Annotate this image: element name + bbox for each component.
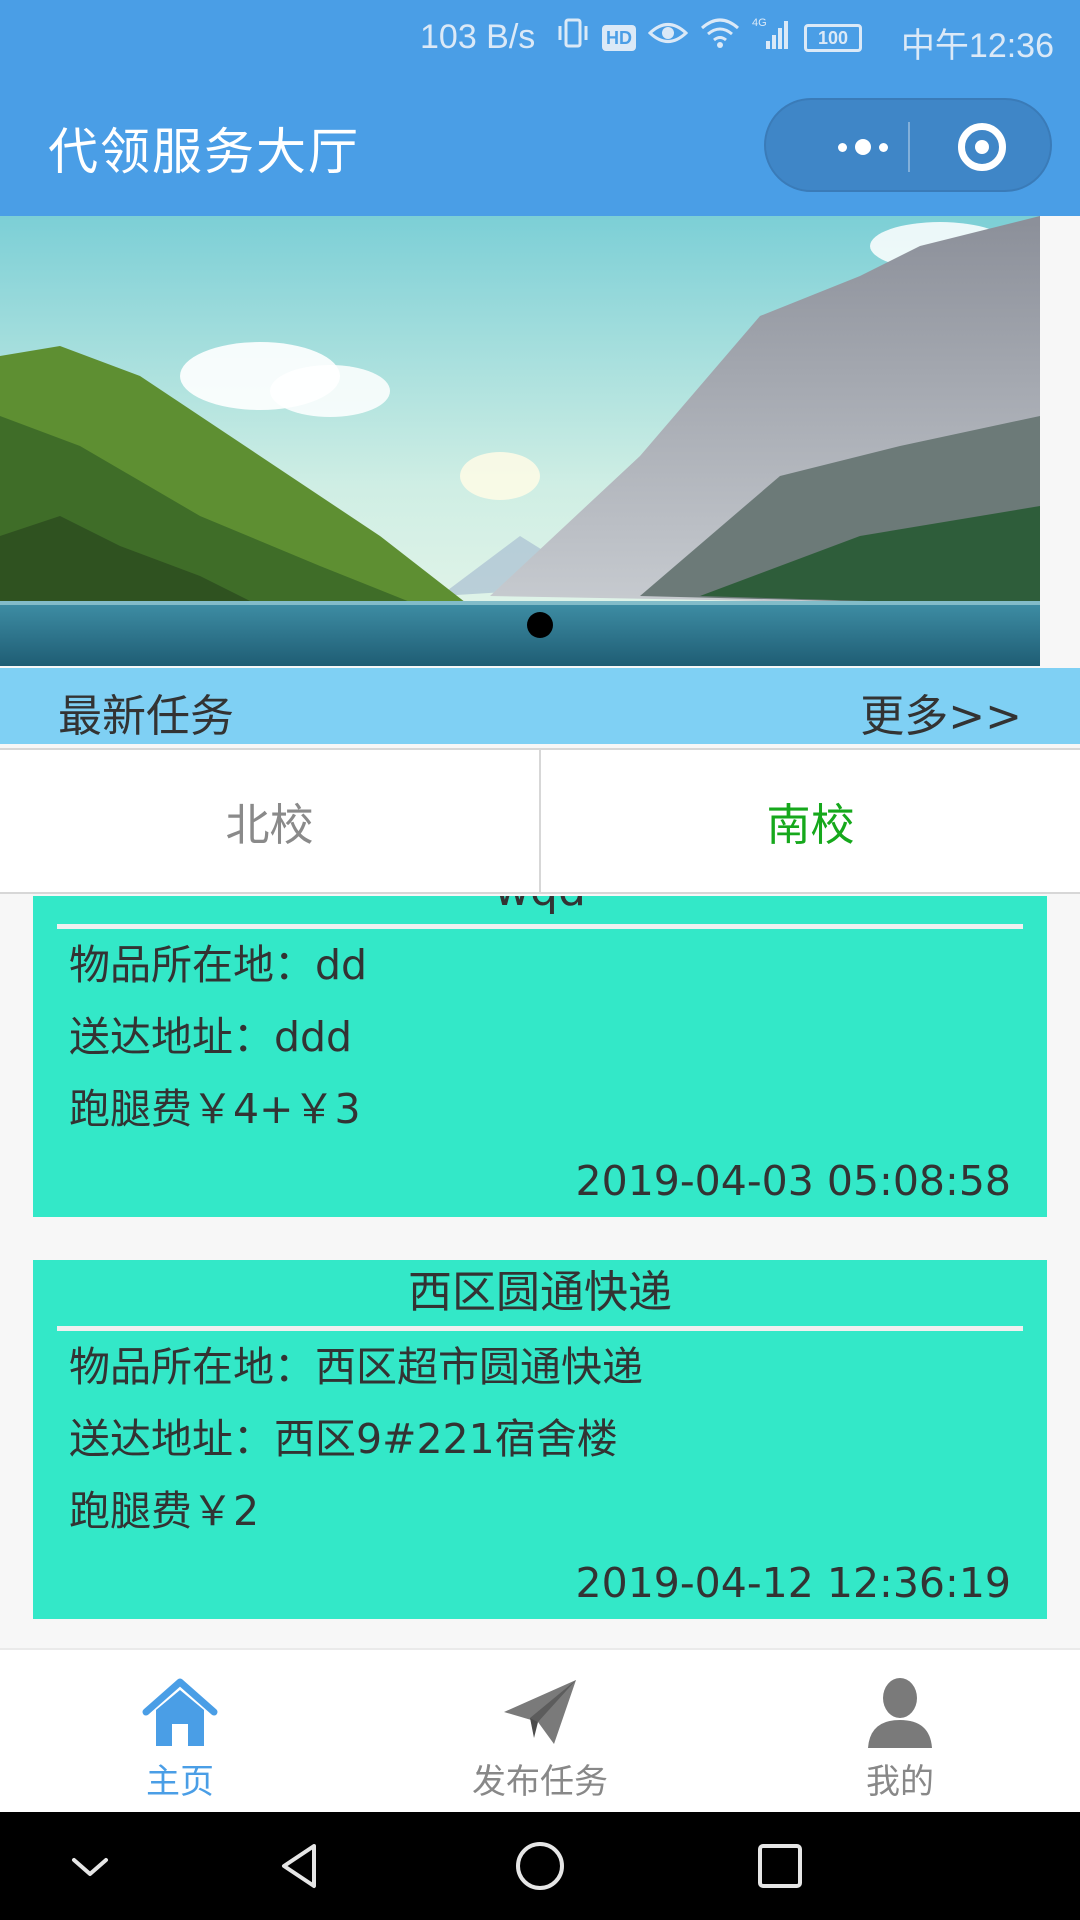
miniprogram-capsule — [764, 98, 1052, 192]
task-fee: 跑腿费￥4+￥3 — [69, 1085, 361, 1133]
chevron-down-icon[interactable] — [60, 1836, 120, 1896]
home-circle-icon[interactable] — [510, 1836, 570, 1896]
task-timestamp: 2019-04-12 12:36:19 — [575, 1559, 1011, 1607]
task-card[interactable]: 西区圆通快递 物品所在地：西区超市圆通快递 送达地址：西区9#221宿舍楼 跑腿… — [33, 1260, 1047, 1619]
status-icons: HD 4G 100 — [556, 16, 862, 61]
task-delivery-address: 送达地址：西区9#221宿舍楼 — [69, 1415, 618, 1463]
network-type-label: 4G — [752, 17, 767, 29]
back-icon[interactable] — [270, 1836, 330, 1896]
tab-publish-label: 发布任务 — [472, 1762, 608, 1802]
task-pickup-location: 物品所在地：dd — [69, 941, 368, 989]
task-card[interactable]: wqd 物品所在地：dd 送达地址：ddd 跑腿费￥4+￥3 2019-04-0… — [33, 896, 1047, 1217]
tab-publish-task[interactable]: 发布任务 — [360, 1650, 720, 1812]
capsule-divider — [908, 122, 910, 172]
user-icon — [868, 1678, 932, 1748]
vibrate-icon — [556, 16, 590, 61]
wifi-icon — [700, 16, 740, 61]
home-icon — [142, 1678, 218, 1746]
mountain-lake-image — [0, 216, 1040, 666]
page-title: 代领服务大厅 — [48, 123, 360, 181]
task-title: wqd — [33, 896, 1047, 924]
more-options-button[interactable] — [808, 100, 918, 194]
more-dot-icon — [855, 139, 871, 155]
navigation-bar: 代领服务大厅 — [0, 76, 1080, 216]
paper-plane-icon — [504, 1680, 576, 1744]
recent-apps-icon[interactable] — [750, 1836, 810, 1896]
more-dot-icon — [838, 142, 847, 152]
close-miniprogram-button[interactable] — [958, 123, 1006, 171]
tab-south-campus[interactable]: 南校 — [539, 750, 1080, 892]
task-list[interactable]: wqd 物品所在地：dd 送达地址：ddd 跑腿费￥4+￥3 2019-04-0… — [0, 896, 1080, 1646]
clock: 中午12:36 — [900, 27, 1054, 65]
carousel-indicator-dot[interactable] — [527, 612, 553, 638]
task-fee: 跑腿费￥2 — [69, 1487, 260, 1535]
battery-icon: 100 — [804, 24, 862, 52]
signal-icon: 4G — [752, 15, 792, 62]
system-navigation-bar — [0, 1812, 1080, 1920]
tab-home-label: 主页 — [146, 1762, 214, 1802]
task-timestamp: 2019-04-03 05:08:58 — [575, 1157, 1011, 1205]
tab-home[interactable]: 主页 — [0, 1650, 360, 1812]
banner-carousel[interactable] — [0, 216, 1040, 666]
tab-profile-label: 我的 — [866, 1762, 934, 1802]
task-pickup-location: 物品所在地：西区超市圆通快递 — [69, 1343, 643, 1391]
more-link[interactable]: 更多>> — [860, 680, 1022, 744]
bottom-tab-bar: 主页 发布任务 我的 — [0, 1648, 1080, 1812]
task-delivery-address: 送达地址：ddd — [69, 1013, 353, 1061]
task-title: 西区圆通快递 — [408, 1267, 672, 1318]
latest-tasks-header: 最新任务 更多>> — [0, 668, 1080, 744]
eye-icon — [647, 16, 689, 61]
tab-profile[interactable]: 我的 — [720, 1650, 1080, 1812]
hd-icon: HD — [602, 25, 636, 51]
status-bar: 103 B/s HD 4G 100 中午12:36 — [0, 0, 1080, 76]
more-dot-icon — [879, 142, 888, 152]
section-title: 最新任务 — [58, 691, 234, 742]
network-speed: 103 B/s — [420, 18, 536, 56]
tab-north-campus[interactable]: 北校 — [0, 750, 539, 892]
campus-tabs: 北校 南校 — [0, 748, 1080, 894]
